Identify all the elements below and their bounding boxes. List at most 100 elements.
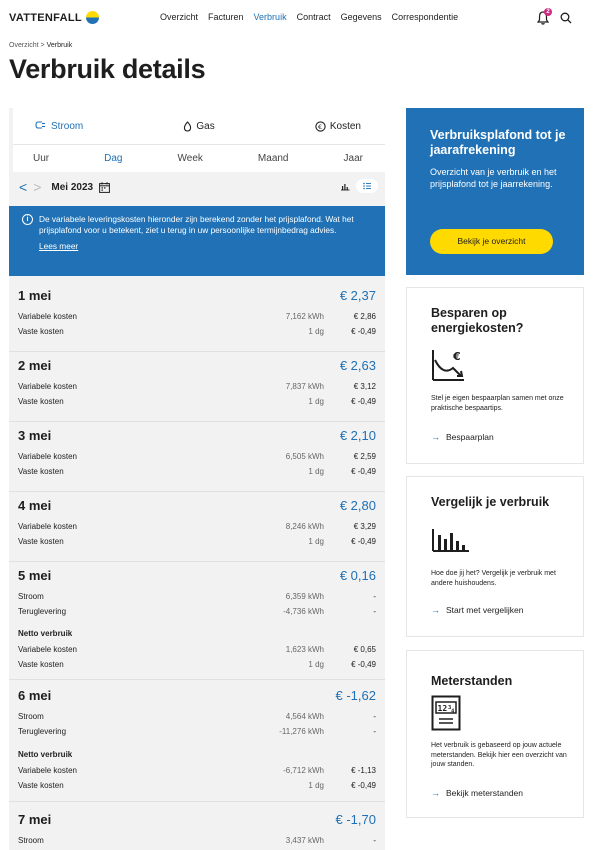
list-icon: [363, 182, 371, 190]
meterstanden-text: Het verbruik is gebaseerd op jouw actuel…: [431, 742, 567, 768]
list-view-toggle[interactable]: [356, 179, 378, 193]
meter-icon: 12 3 4: [431, 695, 461, 731]
day-entry-6: 6 mei € -1,62 Stroom 4,564 kWh - Terugleve…: [9, 680, 385, 802]
tab-week[interactable]: Week: [178, 153, 203, 164]
svg-text:€: €: [318, 123, 322, 131]
arrow-right-icon: →: [431, 605, 440, 615]
lees-meer-link[interactable]: Lees meer: [39, 241, 78, 252]
breadcrumb-current: Verbruik: [46, 42, 73, 49]
tab-maand[interactable]: Maand: [258, 153, 289, 164]
chart-view-icon[interactable]: [340, 181, 350, 191]
table-row: Vaste kosten 1 dg € -0,49: [18, 397, 376, 406]
day-title: 3 mei: [18, 428, 52, 443]
page-title: Verbruik details: [9, 54, 206, 84]
vattenfall-logo[interactable]: VATTENFALL: [9, 11, 99, 24]
day-total: € 2,63: [339, 358, 376, 373]
table-row: Variabele kosten 7,837 kWh € 3,12: [18, 382, 376, 391]
day-entry-5: 5 mei € 0,16 Stroom 6,359 kWh - Teruglever…: [9, 562, 385, 680]
meterstanden-title: Meterstanden: [431, 674, 513, 688]
day-title: 5 mei: [18, 568, 52, 583]
besparen-title: Besparen op energiekosten?: [431, 306, 524, 335]
nav-overzicht[interactable]: Overzicht: [160, 12, 198, 22]
bespaarplan-link[interactable]: → Bespaarplan: [431, 432, 494, 442]
day-title: 2 mei: [18, 358, 52, 373]
svg-text:12: 12: [438, 704, 448, 713]
tab-uur[interactable]: Uur: [33, 153, 49, 164]
bekijk-overzicht-button[interactable]: Bekijk je overzicht: [430, 229, 553, 254]
day-title: 6 mei: [18, 688, 52, 703]
main-nav: Overzicht Facturen Verbruik Contract Geg…: [160, 12, 468, 22]
calendar-icon[interactable]: [99, 181, 110, 193]
svg-text:€: €: [452, 350, 461, 363]
day-total: € 0,16: [339, 568, 376, 583]
top-bar: VATTENFALL Overzicht Facturen Verbruik C…: [0, 0, 600, 36]
day-total: € 2,37: [339, 288, 376, 303]
start-vergelijken-link[interactable]: → Start met vergelijken: [431, 605, 523, 615]
table-row: Vaste kosten 1 dg € -0,49: [18, 537, 376, 546]
arrow-right-icon: →: [431, 432, 440, 442]
day-entry-2: 2 mei € 2,63 Variabele kosten 7,837 kWh € …: [9, 352, 385, 422]
flame-icon: [184, 120, 192, 132]
plafond-text: Overzicht van je verbruik en het prijspl…: [430, 167, 557, 189]
table-row: Vaste kosten 1 dg € -0,49: [18, 660, 376, 669]
table-row: Teruglevering -11,276 kWh -: [18, 727, 376, 736]
notification-badge: 2: [544, 8, 552, 16]
day-entry-3: 3 mei € 2,10 Variabele kosten 6,505 kWh € …: [9, 422, 385, 492]
tab-gas[interactable]: Gas: [183, 120, 215, 132]
table-row: Stroom 6,359 kWh -: [18, 592, 376, 601]
net-usage-heading: Netto verbruik: [18, 750, 73, 759]
date-selector: < > Mei 2023: [9, 174, 385, 200]
info-icon: i: [22, 214, 33, 225]
table-row: Vaste kosten 1 dg € -0,49: [18, 467, 376, 476]
table-row: Variabele kosten 1,623 kWh € 0,65: [18, 645, 376, 654]
tab-stroom[interactable]: Stroom: [35, 121, 83, 132]
nav-facturen[interactable]: Facturen: [208, 12, 244, 22]
search-icon[interactable]: [560, 12, 572, 24]
table-row: Vaste kosten 1 dg € -0,49: [18, 327, 376, 336]
day-title: 1 mei: [18, 288, 52, 303]
vergelijk-title: Vergelijk je verbruik: [431, 495, 550, 509]
table-row: Variabele kosten 6,505 kWh € 2,59: [18, 452, 376, 461]
tab-kosten[interactable]: € Kosten: [315, 121, 361, 132]
tab-dag[interactable]: Dag: [104, 153, 122, 164]
besparen-text: Stel je eigen bespaarplan samen met onze…: [431, 395, 564, 412]
plafond-card: Verbruiksplafond tot je jaarafrekening O…: [406, 108, 584, 275]
breadcrumb: Overzicht > Verbruik: [9, 42, 72, 49]
day-entry-1: 1 mei € 2,37 Variabele kosten 7,162 kWh € …: [9, 282, 385, 352]
nav-contract[interactable]: Contract: [297, 12, 331, 22]
tab-jaar[interactable]: Jaar: [344, 153, 363, 164]
nav-gegevens[interactable]: Gegevens: [341, 12, 382, 22]
arrow-right-icon: →: [431, 788, 440, 798]
info-text: De variabele leveringskosten hieronder z…: [39, 214, 354, 235]
nav-correspondentie[interactable]: Correspondentie: [392, 12, 459, 22]
day-entry-7: 7 mei € -1,70 Stroom 3,437 kWh -: [9, 802, 385, 850]
info-banner: i De variabele leveringskosten hieronder…: [9, 206, 385, 276]
day-total: € -1,62: [335, 688, 376, 703]
table-row: Variabele kosten -6,712 kWh € -1,13: [18, 766, 376, 775]
euro-icon: €: [315, 120, 326, 132]
day-total: € 2,10: [339, 428, 376, 443]
bar-chart-icon: [432, 529, 469, 552]
meterstanden-card: Meterstanden 12 3 4 Het verbruik is geba…: [406, 650, 584, 818]
period-tabs: Uur Dag Week Maand Jaar: [13, 144, 385, 172]
day-title: 7 mei: [18, 812, 52, 827]
table-row: Variabele kosten 7,162 kWh € 2,86: [18, 312, 376, 321]
day-title: 4 mei: [18, 498, 52, 513]
net-usage-heading: Netto verbruik: [18, 629, 73, 638]
current-month: Mei 2023: [51, 181, 94, 193]
table-row: Vaste kosten 1 dg € -0,49: [18, 781, 376, 790]
energy-tabs: Stroom Gas € Kosten: [13, 108, 385, 144]
prev-month-button[interactable]: <: [19, 179, 27, 195]
breadcrumb-separator: >: [40, 42, 45, 49]
besparen-card: Besparen op energiekosten? € Stel je eig…: [406, 287, 584, 464]
table-row: Variabele kosten 8,246 kWh € 3,29: [18, 522, 376, 531]
nav-verbruik[interactable]: Verbruik: [254, 12, 287, 22]
table-row: Stroom 3,437 kWh -: [18, 836, 376, 845]
breadcrumb-overzicht[interactable]: Overzicht: [9, 42, 39, 49]
bekijk-meterstanden-link[interactable]: → Bekijk meterstanden: [431, 788, 523, 798]
table-row: Stroom 4,564 kWh -: [18, 712, 376, 721]
table-row: Teruglevering -4,736 kWh -: [18, 607, 376, 616]
day-total: € 2,80: [339, 498, 376, 513]
plug-icon: [35, 121, 45, 129]
next-month-button[interactable]: >: [33, 179, 41, 195]
